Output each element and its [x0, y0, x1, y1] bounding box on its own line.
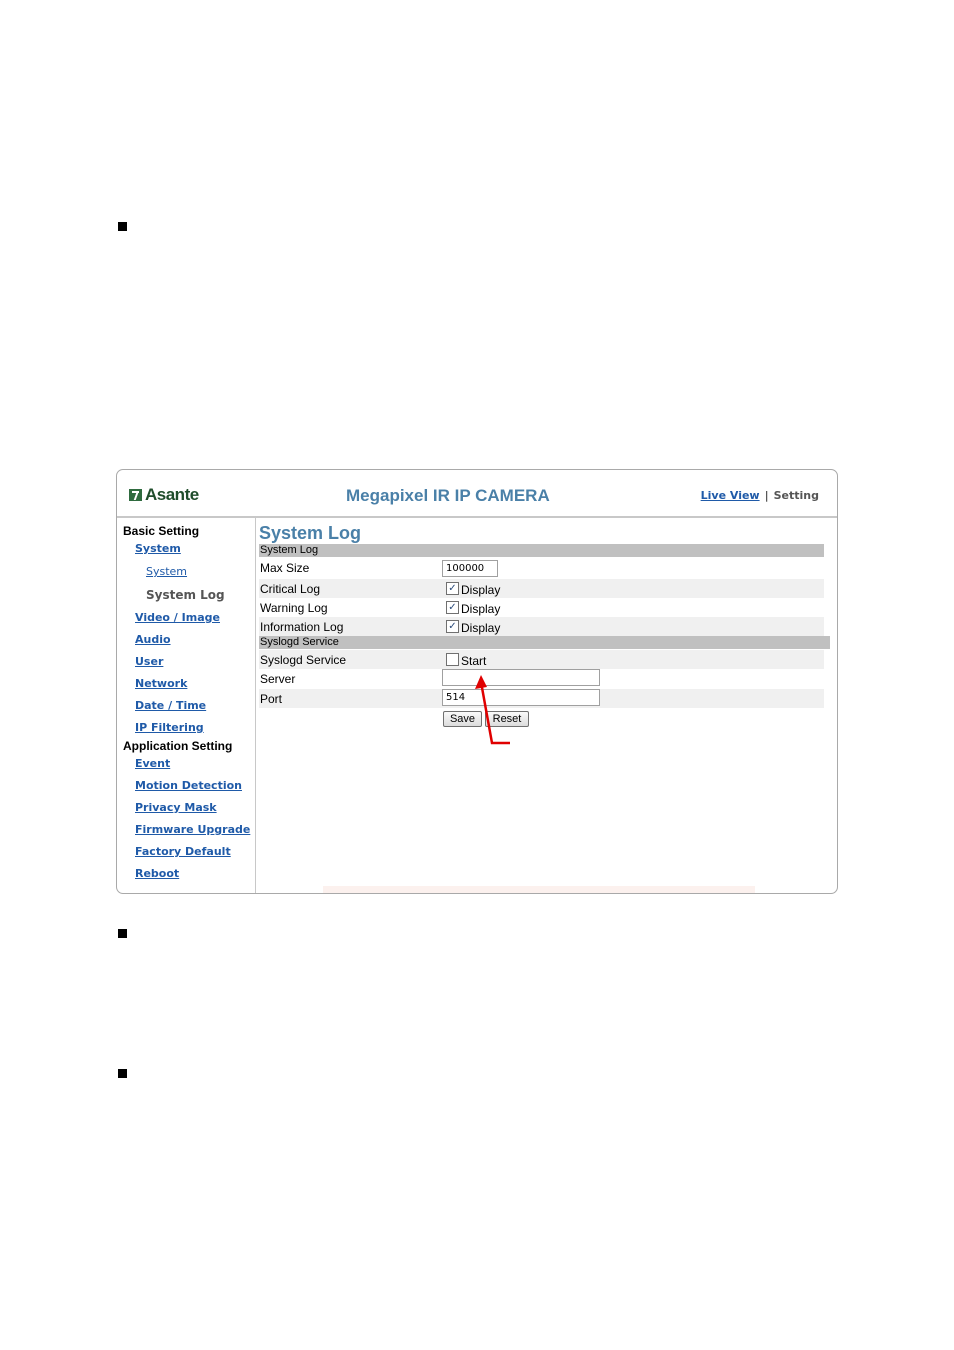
syslogd-start-option: Start [461, 654, 487, 668]
sidebar-item-user[interactable]: User [135, 655, 163, 668]
information-log-checkbox[interactable]: ✓ [446, 620, 459, 633]
warning-log-label: Warning Log [260, 601, 328, 615]
port-row: Port 514 [259, 689, 824, 708]
asante-logo-icon [129, 489, 142, 501]
sidebar-item-reboot[interactable]: Reboot [135, 867, 179, 880]
sidebar-item-date-time[interactable]: Date / Time [135, 699, 206, 712]
annotation-arrow-icon [475, 675, 510, 745]
sidebar-item-network[interactable]: Network [135, 677, 187, 690]
information-log-row: Information Log ✓ Display [259, 617, 824, 636]
information-log-label: Information Log [260, 620, 344, 634]
brand-logo: Asante [129, 485, 199, 505]
syslogd-service-row: Syslogd Service Start [259, 650, 824, 669]
server-label: Server [260, 672, 296, 686]
logo-text: Asante [145, 485, 199, 504]
setting-link[interactable]: Setting [774, 489, 819, 502]
app-title: Megapixel IR IP CAMERA [346, 486, 550, 505]
sidebar-item-ip-filtering[interactable]: IP Filtering [135, 721, 204, 734]
header: Asante Megapixel IR IP CAMERA Live View |… [117, 470, 837, 518]
sidebar-item-motion-detection[interactable]: Motion Detection [135, 779, 242, 792]
sidebar-item-factory-default[interactable]: Factory Default [135, 845, 231, 858]
max-size-row: Max Size 100000 [259, 558, 824, 577]
nav-separator: | [764, 489, 769, 502]
sidebar-item-system[interactable]: System [135, 542, 181, 555]
max-size-label: Max Size [260, 561, 310, 575]
critical-log-label: Critical Log [260, 582, 321, 596]
max-size-input[interactable]: 100000 [442, 560, 498, 577]
critical-log-option: Display [461, 583, 501, 597]
top-nav: Live View | Setting [701, 489, 819, 502]
sidebar-subitem-system-log[interactable]: System Log [146, 588, 225, 602]
live-view-link[interactable]: Live View [701, 489, 760, 502]
page-title: System Log [259, 523, 362, 543]
syslogd-service-label: Syslogd Service [260, 653, 347, 667]
port-label: Port [260, 692, 283, 706]
sidebar-item-audio[interactable]: Audio [135, 633, 171, 646]
port-input[interactable]: 514 [442, 689, 600, 706]
warning-log-checkbox[interactable]: ✓ [446, 601, 459, 614]
section-header-system-log: System Log [259, 544, 824, 557]
sidebar-item-event[interactable]: Event [135, 757, 170, 770]
warning-log-option: Display [461, 602, 501, 616]
footer-strip [323, 886, 755, 893]
syslogd-start-checkbox[interactable] [446, 653, 459, 666]
section-header-syslogd: Syslogd Service [259, 636, 830, 649]
bullet-marker [118, 929, 127, 938]
server-input[interactable] [442, 669, 600, 686]
sidebar-subitem-system[interactable]: System [146, 565, 187, 578]
sidebar-item-firmware-upgrade[interactable]: Firmware Upgrade [135, 823, 250, 836]
bullet-marker [118, 222, 127, 231]
sidebar-item-privacy-mask[interactable]: Privacy Mask [135, 801, 217, 814]
sidebar-item-video-image[interactable]: Video / Image [135, 611, 220, 624]
critical-log-row: Critical Log ✓ Display [259, 579, 824, 598]
warning-log-row: Warning Log ✓ Display [259, 598, 824, 617]
sidebar: Basic Setting System System System Log V… [117, 518, 256, 893]
server-row: Server [259, 669, 824, 688]
bullet-marker [118, 1069, 127, 1078]
information-log-option: Display [461, 621, 501, 635]
sidebar-heading-application: Application Setting [123, 739, 233, 753]
sidebar-heading-basic: Basic Setting [123, 524, 200, 538]
critical-log-checkbox[interactable]: ✓ [446, 582, 459, 595]
